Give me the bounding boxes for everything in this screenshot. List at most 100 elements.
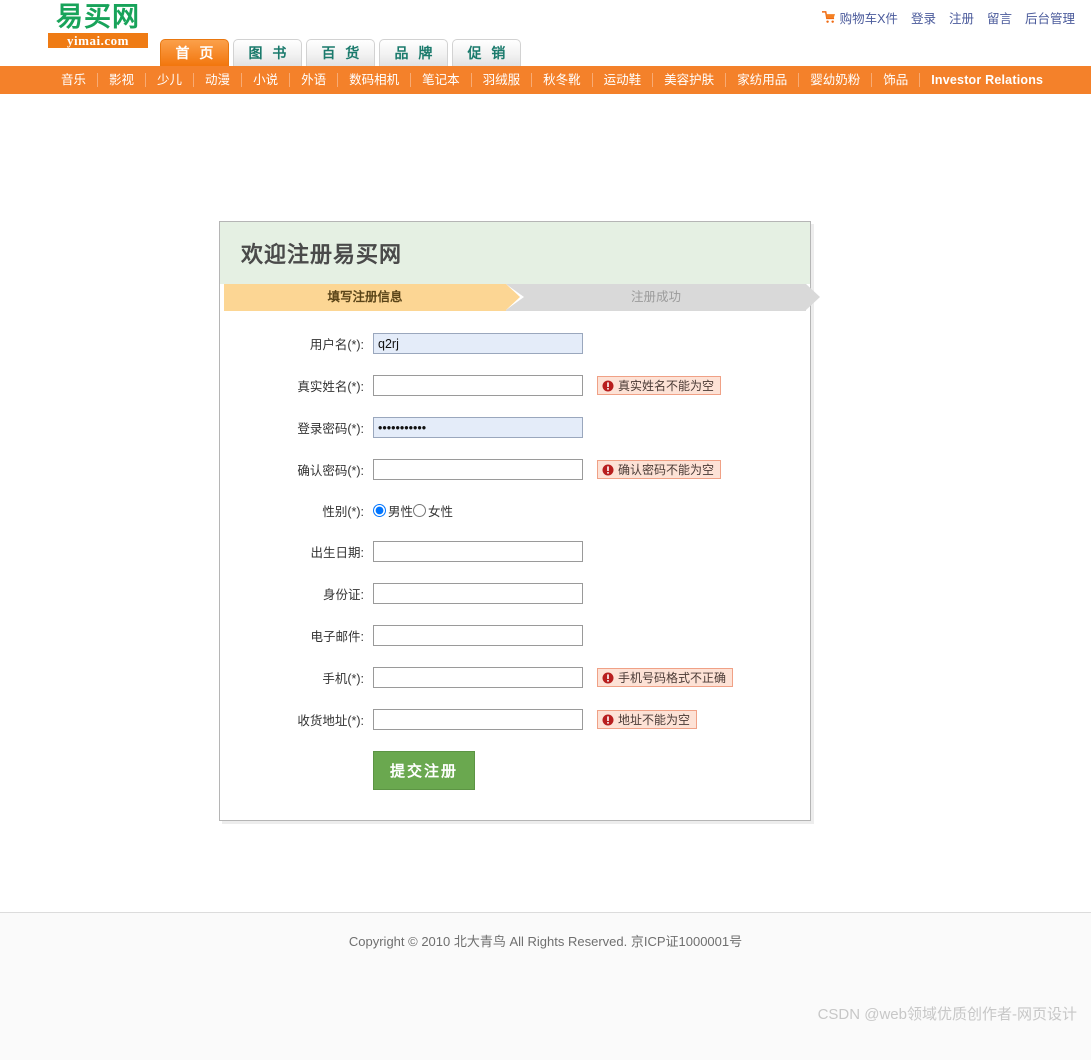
form-row-password: 登录密码(*): [220,417,810,438]
subnav-item-down-jacket[interactable]: 羽绒服 [472,73,533,87]
step-success-label: 注册成功 [631,290,681,304]
step-arrow-end-icon [806,284,820,310]
label-confirm-password: 确认密码(*): [220,460,373,479]
shopping-cart-icon [821,11,836,24]
form-row-address: 收货地址(*): 地址不能为空 [220,709,810,730]
step-fill-info-label: 填写注册信息 [328,290,403,304]
username-input[interactable] [373,333,583,354]
error-address: 地址不能为空 [597,710,697,729]
tab-books[interactable]: 图 书 [233,39,302,66]
tab-brands[interactable]: 品 牌 [379,39,448,66]
subnav-item-film[interactable]: 影视 [98,73,146,87]
gender-option-female[interactable]: 女性 [413,501,453,520]
tab-department-store[interactable]: 百 货 [306,39,375,66]
gender-radio-group: 男性 女性 [373,501,453,520]
site-logo[interactable]: 易买网 yimai.com [48,3,148,49]
label-password: 登录密码(*): [220,418,373,437]
gender-option-male[interactable]: 男性 [373,501,413,520]
gender-radio-male[interactable] [373,504,386,517]
error-exclamation-icon [602,464,614,476]
password-input[interactable] [373,417,583,438]
label-phone: 手机(*): [220,668,373,687]
submit-registration-button[interactable]: 提交注册 [373,751,475,790]
error-phone-text: 手机号码格式不正确 [618,669,726,686]
registration-panel: 欢迎注册易买网 填写注册信息 注册成功 用户名(*): 真实姓名(*): [219,221,811,821]
form-row-birthdate: 出生日期: [220,541,810,562]
phone-input[interactable] [373,667,583,688]
label-email: 电子邮件: [220,626,373,645]
subnav-item-music[interactable]: 音乐 [50,73,98,87]
error-confirm-password-text: 确认密码不能为空 [618,461,714,478]
tab-promotions[interactable]: 促 销 [452,39,521,66]
gender-male-label: 男性 [388,501,413,520]
form-row-confirm-password: 确认密码(*): 确认密码不能为空 [220,459,810,480]
watermark-text: CSDN @web领域优质创作者-网页设计 [818,1003,1077,1024]
subnav-item-winter-boots[interactable]: 秋冬靴 [532,73,593,87]
error-confirm-password: 确认密码不能为空 [597,460,721,479]
subnav-item-kids[interactable]: 少儿 [146,73,194,87]
main-content: 欢迎注册易买网 填写注册信息 注册成功 用户名(*): 真实姓名(*): [0,94,1091,912]
site-header: 易买网 yimai.com 购物车X件 登录 注册 留言 后台管理 首 页 图 … [0,0,1091,66]
subnav-item-sneakers[interactable]: 运动鞋 [593,73,654,87]
category-subnav: 音乐 影视 少儿 动漫 小说 外语 数码相机 笔记本 羽绒服 秋冬靴 运动鞋 美… [0,66,1091,94]
registration-steps: 填写注册信息 注册成功 [224,284,806,311]
label-birthdate: 出生日期: [220,542,373,561]
subnav-item-anime[interactable]: 动漫 [194,73,242,87]
confirm-password-input[interactable] [373,459,583,480]
error-realname: 真实姓名不能为空 [597,376,721,395]
error-address-text: 地址不能为空 [618,711,690,728]
step-arrow-icon [506,284,520,310]
error-phone: 手机号码格式不正确 [597,668,733,687]
gender-female-label: 女性 [428,501,453,520]
form-row-id-card: 身份证: [220,583,810,604]
form-row-gender: 性别(*): 男性 女性 [220,501,810,520]
panel-title-bar: 欢迎注册易买网 [220,222,810,284]
label-gender: 性别(*): [220,501,373,520]
login-link[interactable]: 登录 [911,8,936,27]
form-row-realname: 真实姓名(*): 真实姓名不能为空 [220,375,810,396]
form-row-email: 电子邮件: [220,625,810,646]
register-link[interactable]: 注册 [949,8,974,27]
form-row-submit: 提交注册 [220,751,810,790]
error-exclamation-icon [602,380,614,392]
label-id-card: 身份证: [220,584,373,603]
subnav-item-digital-camera[interactable]: 数码相机 [338,73,411,87]
top-utility-links: 购物车X件 登录 注册 留言 后台管理 [821,8,1075,27]
copyright-text: Copyright © 2010 北大青鸟 All Rights Reserve… [0,913,1091,950]
cart-link-label[interactable]: 购物车X件 [840,8,898,27]
label-realname: 真实姓名(*): [220,376,373,395]
label-username: 用户名(*): [220,334,373,353]
logo-domain-text: yimai.com [48,33,148,48]
subnav-item-investor-relations[interactable]: Investor Relations [920,73,1054,87]
address-input[interactable] [373,709,583,730]
page-title: 欢迎注册易买网 [241,237,402,269]
message-board-link[interactable]: 留言 [987,8,1012,27]
subnav-item-home-textiles[interactable]: 家纺用品 [726,73,799,87]
email-input[interactable] [373,625,583,646]
site-footer: Copyright © 2010 北大青鸟 All Rights Reserve… [0,912,1091,1060]
subnav-item-accessories[interactable]: 饰品 [872,73,920,87]
error-exclamation-icon [602,672,614,684]
step-fill-info: 填写注册信息 [224,284,506,311]
step-success: 注册成功 [506,284,806,311]
birthdate-input[interactable] [373,541,583,562]
error-exclamation-icon [602,714,614,726]
subnav-item-fiction[interactable]: 小说 [242,73,290,87]
subnav-item-laptop[interactable]: 笔记本 [411,73,472,87]
logo-chinese-text: 易买网 [48,3,148,33]
form-row-phone: 手机(*): 手机号码格式不正确 [220,667,810,688]
realname-input[interactable] [373,375,583,396]
subnav-item-skincare[interactable]: 美容护肤 [653,73,726,87]
id-card-input[interactable] [373,583,583,604]
registration-form: 用户名(*): 真实姓名(*): 真实姓名不能为空 登录密码(*) [220,311,810,820]
tab-home[interactable]: 首 页 [160,39,229,66]
label-address: 收货地址(*): [220,710,373,729]
gender-radio-female[interactable] [413,504,426,517]
main-tabs: 首 页 图 书 百 货 品 牌 促 销 [160,39,521,66]
subnav-item-baby-formula[interactable]: 婴幼奶粉 [799,73,872,87]
form-row-username: 用户名(*): [220,333,810,354]
admin-link[interactable]: 后台管理 [1025,8,1075,27]
subnav-item-foreign-language[interactable]: 外语 [290,73,338,87]
error-realname-text: 真实姓名不能为空 [618,377,714,394]
cart-link[interactable]: 购物车X件 [821,8,898,27]
